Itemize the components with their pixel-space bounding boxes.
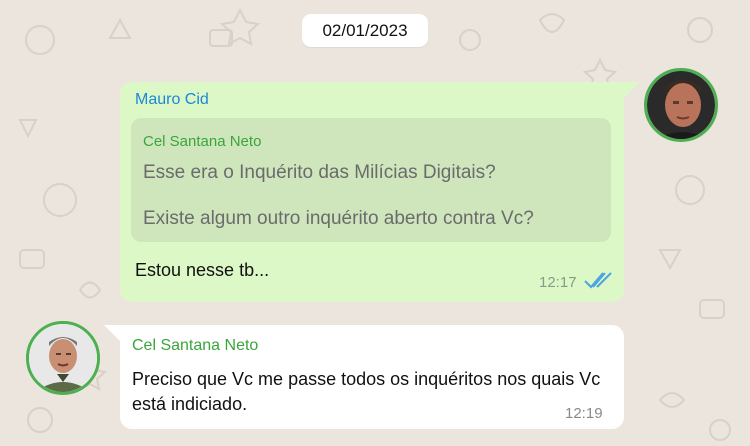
outgoing-message-bubble[interactable]: Mauro Cid Cel Santana Neto Esse era o In… bbox=[120, 82, 624, 302]
quoted-message-line: Existe algum outro inquérito aberto cont… bbox=[143, 208, 534, 229]
quoted-message-author: Cel Santana Neto bbox=[143, 133, 262, 150]
date-separator: 02/01/2023 bbox=[302, 14, 428, 47]
quoted-message[interactable]: Cel Santana Neto Esse era o Inquérito da… bbox=[131, 118, 611, 242]
message-text: Preciso que Vc me passe todos os inquéri… bbox=[132, 369, 601, 414]
double-check-icon bbox=[584, 272, 612, 289]
message-sender-name: Cel Santana Neto bbox=[132, 337, 259, 354]
message-timestamp: 12:17 bbox=[539, 274, 577, 291]
message-sender-name: Mauro Cid bbox=[135, 91, 209, 108]
avatar-cel-santana-neto[interactable] bbox=[26, 321, 100, 395]
bubble-tail bbox=[622, 82, 640, 98]
bubble-tail bbox=[104, 325, 122, 341]
avatar-photo bbox=[647, 71, 715, 139]
quoted-message-line: Esse era o Inquérito das Milícias Digita… bbox=[143, 162, 496, 183]
message-timestamp: 12:19 bbox=[565, 405, 603, 422]
avatar-mauro-cid[interactable] bbox=[644, 68, 718, 142]
avatar-photo bbox=[29, 324, 97, 392]
message-text: Estou nesse tb... bbox=[135, 260, 270, 280]
incoming-message-bubble[interactable]: Cel Santana Neto Preciso que Vc me passe… bbox=[120, 325, 624, 429]
